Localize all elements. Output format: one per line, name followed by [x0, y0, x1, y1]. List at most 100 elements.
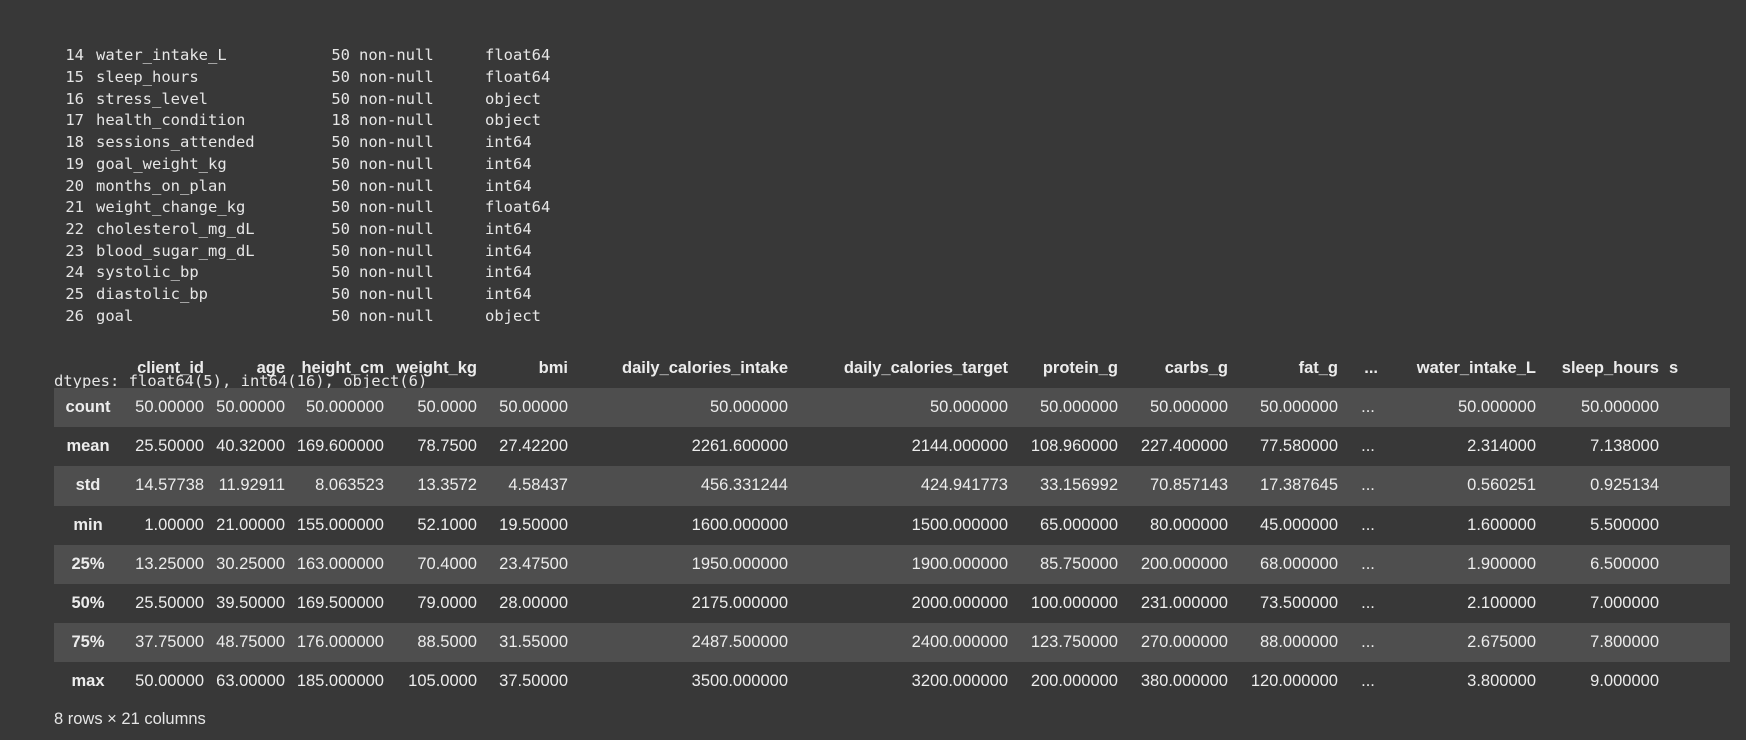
table-cell: 50.000000 — [1581, 398, 1659, 417]
table-row: 25% 13.25000 30.25000 163.000000 70.4000 23.4… — [54, 544, 1730, 584]
info-index: 14 — [65, 46, 84, 65]
table-cell: 45.000000 — [1260, 515, 1338, 534]
table-cell: 7.800000 — [1590, 633, 1659, 652]
table-cell: 73.500000 — [1260, 594, 1338, 613]
table-cell: 6.500000 — [1590, 554, 1659, 573]
column-header: sleep_hours — [1561, 358, 1659, 377]
info-index: 16 — [65, 89, 84, 108]
column-header: s — [1669, 358, 1679, 377]
table-cell: 27.42200 — [499, 437, 568, 456]
info-index: 15 — [65, 68, 84, 87]
table-cell — [1669, 388, 1730, 427]
info-row: 22 cholesterol_mg_dL 50 non-null int64 — [54, 219, 585, 241]
table-row: max 50.00000 63.00000 185.000000 105.0000 37.… — [54, 662, 1730, 702]
table-cell: 176.000000 — [296, 633, 384, 652]
info-non-null: non-null — [359, 68, 434, 87]
info-row: 15 sleep_hours 50 non-null float64 — [54, 67, 585, 89]
table-cell: 77.580000 — [1260, 437, 1338, 456]
table-cell: 227.400000 — [1140, 437, 1228, 456]
info-column-name: goal — [96, 306, 134, 325]
info-non-null: non-null — [359, 111, 434, 130]
info-row: 21 weight_change_kg 50 non-null float64 — [54, 197, 585, 219]
table-cell: 78.7500 — [417, 437, 477, 456]
table-cell: 200.000000 — [1030, 672, 1118, 691]
table-cell: 105.0000 — [408, 672, 477, 691]
table-row: mean 25.50000 40.32000 169.600000 78.7500 27.… — [54, 427, 1730, 467]
info-dtype: int64 — [485, 284, 532, 303]
table-cell: 100.000000 — [1030, 594, 1118, 613]
info-column-name: water_intake_L — [96, 46, 227, 65]
info-dtype: float64 — [485, 198, 551, 217]
table-cell: 39.50000 — [216, 594, 285, 613]
table-cell: 80.000000 — [1150, 515, 1228, 534]
describe-table: client_id age height_cm weight_kg bmi daily_c… — [54, 352, 1730, 702]
info-column-name: health_condition — [96, 111, 246, 130]
table-cell: 108.960000 — [1030, 437, 1118, 456]
info-column-name: blood_sugar_mg_dL — [96, 241, 255, 260]
info-count: 50 — [331, 68, 350, 87]
info-dtype: int64 — [485, 154, 532, 173]
table-cell: 23.47500 — [499, 554, 568, 573]
table-cell: 8.063523 — [315, 476, 384, 495]
table-cell: 9.000000 — [1590, 672, 1659, 691]
table-cell: 456.331244 — [700, 476, 788, 495]
ellipsis-cell: ... — [1361, 515, 1375, 534]
table-cell: 68.000000 — [1260, 554, 1338, 573]
table-cell: 7.138000 — [1590, 437, 1659, 456]
info-count: 50 — [331, 263, 350, 282]
table-cell: 50.00000 — [499, 398, 568, 417]
table-cell: 63.00000 — [216, 672, 285, 691]
info-count: 50 — [331, 176, 350, 195]
table-cell: 50.00000 — [135, 398, 204, 417]
table-cell: 5.500000 — [1590, 515, 1659, 534]
table-cell: 270.000000 — [1140, 633, 1228, 652]
table-cell: 7.000000 — [1590, 594, 1659, 613]
table-cell: 21.00000 — [216, 515, 285, 534]
row-label: max — [71, 672, 105, 691]
table-cell: 28.00000 — [499, 594, 568, 613]
info-column-name: systolic_bp — [96, 263, 199, 282]
table-cell: 2000.000000 — [911, 594, 1008, 613]
table-cell: 2400.000000 — [911, 633, 1008, 652]
info-column-name: weight_change_kg — [96, 198, 246, 217]
column-header: bmi — [538, 358, 568, 377]
info-dtype: int64 — [485, 176, 532, 195]
info-count: 50 — [331, 154, 350, 173]
table-cell: 380.000000 — [1140, 672, 1228, 691]
table-cell: 50.00000 — [135, 672, 204, 691]
table-cell: 70.857143 — [1150, 476, 1228, 495]
ellipsis-cell: ... — [1361, 398, 1375, 417]
table-cell: 33.156992 — [1040, 476, 1118, 495]
table-cell: 50.000000 — [1150, 398, 1228, 417]
table-cell: 79.0000 — [417, 594, 477, 613]
info-dtype: object — [485, 111, 541, 130]
info-dtype: float64 — [485, 46, 551, 65]
table-cell — [1669, 584, 1730, 623]
info-index: 17 — [65, 111, 84, 130]
table-cell: 50.00000 — [216, 398, 285, 417]
cell-output: 14 water_intake_L 50 non-null float64 15 sleep… — [0, 0, 1746, 740]
table-cell: 50.000000 — [306, 398, 384, 417]
info-dtype: object — [485, 89, 541, 108]
info-column-name: stress_level — [96, 89, 208, 108]
column-header: height_cm — [301, 358, 384, 377]
row-label: 75% — [71, 633, 105, 652]
table-cell: 169.500000 — [296, 594, 384, 613]
table-cell: 25.50000 — [135, 437, 204, 456]
ellipsis-cell: ... — [1361, 672, 1375, 691]
info-column-list: 14 water_intake_L 50 non-null float64 15 sleep… — [54, 45, 585, 327]
table-cell: 85.750000 — [1040, 554, 1118, 573]
info-index: 25 — [65, 284, 84, 303]
table-cell: 200.000000 — [1140, 554, 1228, 573]
table-cell: 48.75000 — [216, 633, 285, 652]
table-header-row: client_id age height_cm weight_kg bmi daily_c… — [54, 352, 1730, 388]
table-cell: 2487.500000 — [691, 633, 788, 652]
table-cell: 1600.000000 — [691, 515, 788, 534]
table-cell: 4.58437 — [508, 476, 568, 495]
info-row: 14 water_intake_L 50 non-null float64 — [54, 45, 585, 67]
info-column-name: sessions_attended — [96, 133, 255, 152]
table-cell: 13.25000 — [135, 554, 204, 573]
table-cell: 2261.600000 — [691, 437, 788, 456]
table-cell: 40.32000 — [216, 437, 285, 456]
info-non-null: non-null — [359, 89, 434, 108]
